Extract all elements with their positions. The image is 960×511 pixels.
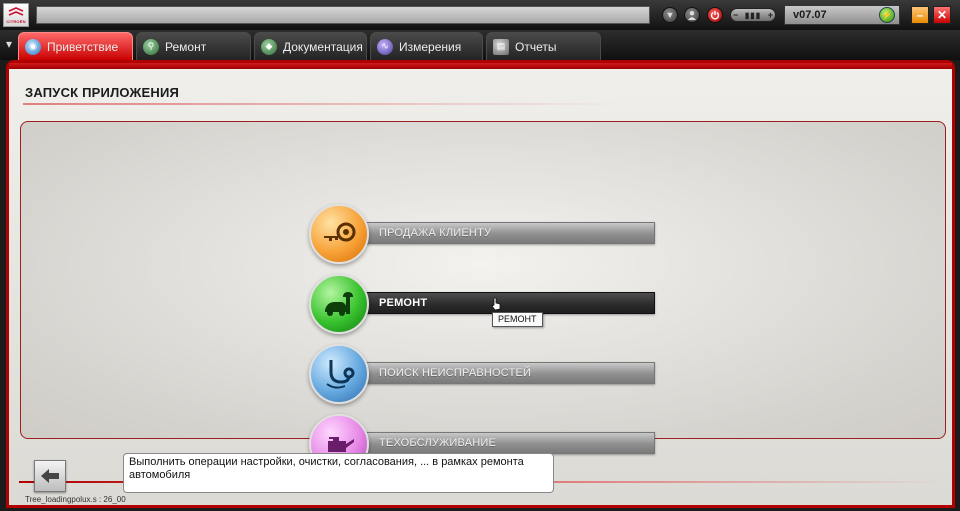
tab-bar: ▾ ◉ Приветствие ⚲ Ремонт ◆ Документация … [0, 30, 960, 60]
car-wrench-graphic [325, 292, 353, 316]
tab-measurements[interactable]: ∿ Измерения [370, 32, 483, 60]
menu-item-bar[interactable]: ТЕХОБСЛУЖИВАНИЕ [349, 432, 655, 454]
tab-label: Отчеты [515, 39, 557, 54]
menu-item-label: ПОИСК НЕИСПРАВНОСТЕЙ [379, 367, 532, 379]
title-bar: CITROËN ▼ − ▮▮▮ + v07.07 ⚡ – ✕ [0, 0, 960, 30]
arrow-down-icon: ▼ [665, 10, 675, 20]
tab-label: Документация [283, 39, 363, 54]
tab-label: Приветствие [47, 39, 119, 54]
tab-label: Измерения [399, 39, 462, 54]
book-icon: ◆ [261, 38, 277, 55]
power-button[interactable] [707, 7, 723, 23]
user-icon [688, 11, 696, 20]
brand-text: CITROËN [6, 18, 26, 24]
panel-top-border [9, 63, 952, 69]
tab-documentation[interactable]: ◆ Документация [254, 32, 367, 60]
stethoscope-graphic [326, 360, 355, 389]
connection-status-icon[interactable]: ⚡ [879, 7, 895, 23]
version-panel: v07.07 ⚡ [784, 5, 900, 25]
power-icon [710, 10, 720, 20]
arrow-left-icon [41, 469, 59, 483]
message-bar [36, 6, 650, 24]
brand-logo: CITROËN [3, 3, 29, 27]
volume-control[interactable]: − ▮▮▮ + [730, 8, 776, 22]
menu-item-troubleshooting[interactable]: ПОИСК НЕИСПРАВНОСТЕЙ [309, 344, 659, 404]
download-button[interactable]: ▼ [662, 7, 678, 23]
tab-reports[interactable]: ▤ Отчеты [486, 32, 601, 60]
volume-down-icon[interactable]: − [733, 10, 738, 20]
key-graphic [324, 222, 356, 242]
menu-item-customer-sale[interactable]: ПРОДАЖА КЛИЕНТУ [309, 204, 659, 264]
menu-area: ПРОДАЖА КЛИЕНТУ РЕМОНТ ПОИСК НЕИСПРАВНОС… [20, 121, 946, 474]
version-label: v07.07 [793, 9, 827, 21]
volume-bars-icon: ▮▮▮ [744, 10, 762, 20]
title-underline [23, 103, 623, 105]
back-button[interactable] [34, 460, 66, 492]
car-wrench-icon[interactable] [309, 274, 369, 334]
magnifier-icon: ⚲ [143, 38, 159, 55]
tooltip: РЕМОНТ [492, 312, 543, 327]
menu-item-label: ПРОДАЖА КЛИЕНТУ [379, 227, 492, 239]
content-panel: ЗАПУСК ПРИЛОЖЕНИЯ ПРОДАЖА КЛИЕНТУ РЕМОНТ… [6, 60, 955, 508]
menu-item-label: ТЕХОБСЛУЖИВАНИЕ [379, 437, 497, 449]
menu-item-bar[interactable]: ПОИСК НЕИСПРАВНОСТЕЙ [349, 362, 655, 384]
close-button[interactable]: ✕ [933, 6, 951, 24]
key-icon[interactable] [309, 204, 369, 264]
clipboard-icon: ▤ [493, 38, 509, 55]
waveform-icon: ∿ [377, 38, 393, 55]
description-box: Выполнить операции настройки, очистки, с… [123, 453, 554, 493]
tab-label: Ремонт [165, 39, 207, 54]
menu-item-label: РЕМОНТ [379, 297, 428, 309]
status-text: Tree_loadingpolux.s : 26_00 [25, 495, 126, 504]
menu-item-repair[interactable]: РЕМОНТ [309, 274, 659, 334]
hand-cursor-icon [491, 297, 501, 311]
page-title: ЗАПУСК ПРИЛОЖЕНИЯ [25, 85, 180, 100]
menu-item-bar[interactable]: РЕМОНТ [349, 292, 655, 314]
tab-repair[interactable]: ⚲ Ремонт [136, 32, 251, 60]
globe-icon: ◉ [25, 38, 41, 55]
minimize-button[interactable]: – [911, 6, 929, 24]
chevrons-icon [8, 6, 24, 16]
menu-item-bar[interactable]: ПРОДАЖА КЛИЕНТУ [349, 222, 655, 244]
stethoscope-icon[interactable] [309, 344, 369, 404]
user-button[interactable] [684, 7, 700, 23]
chevron-down-icon[interactable]: ▾ [2, 36, 16, 52]
app-window: CITROËN ▼ − ▮▮▮ + v07.07 ⚡ – ✕ ▾ ◉ Приве… [0, 0, 960, 511]
tab-welcome[interactable]: ◉ Приветствие [18, 32, 133, 60]
volume-up-icon[interactable]: + [768, 10, 773, 20]
